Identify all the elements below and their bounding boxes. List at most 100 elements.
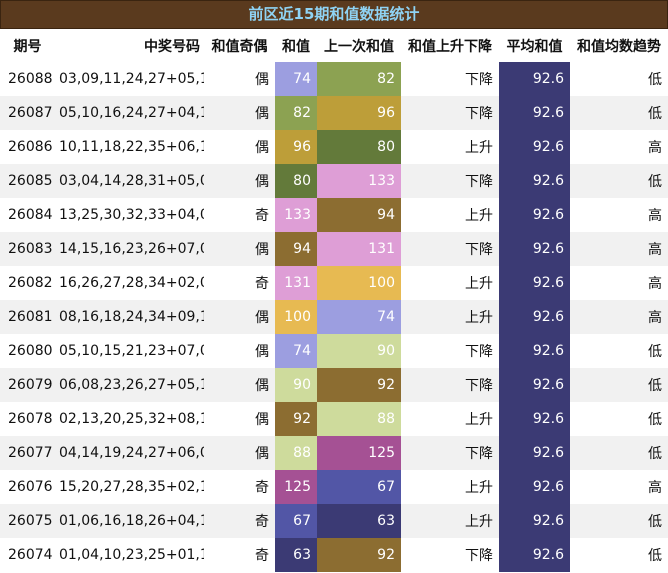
trend-cell: 高 [570,130,668,164]
prev-sum-cell: 80 [317,130,401,164]
sum-cell: 90 [275,368,317,402]
parity-cell: 奇 [204,504,275,538]
prev-sum-cell: 131 [317,232,401,266]
parity-cell: 偶 [204,300,275,334]
issue-cell: 26087 [0,96,55,130]
parity-cell: 偶 [204,368,275,402]
table-row: 26081 08,16,18,24,34+09,12 偶 100 74 上升 92.6 高 [0,300,668,334]
direction-cell: 上升 [401,266,499,300]
issue-cell: 26088 [0,62,55,96]
average-cell: 92.6 [499,538,570,572]
numbers-cell: 06,08,23,26,27+05,12 [55,368,204,402]
average-cell: 92.6 [499,402,570,436]
issue-cell: 26080 [0,334,55,368]
average-cell: 92.6 [499,96,570,130]
issue-cell: 26077 [0,436,55,470]
parity-cell: 偶 [204,436,275,470]
issue-cell: 26076 [0,470,55,504]
direction-cell: 下降 [401,538,499,572]
direction-cell: 下降 [401,232,499,266]
header-issue: 期号 [0,29,55,62]
header-prev-sum: 上一次和值 [317,29,401,62]
issue-cell: 26082 [0,266,55,300]
numbers-cell: 15,20,27,28,35+02,11 [55,470,204,504]
average-cell: 92.6 [499,232,570,266]
prev-sum-cell: 92 [317,368,401,402]
parity-cell: 奇 [204,266,275,300]
average-cell: 92.6 [499,130,570,164]
direction-cell: 下降 [401,334,499,368]
table-row: 26082 16,26,27,28,34+02,06 奇 131 100 上升 92.6 高 [0,266,668,300]
table-row: 26088 03,09,11,24,27+05,11 偶 74 82 下降 92.6 低 [0,62,668,96]
prev-sum-cell: 67 [317,470,401,504]
sum-cell: 63 [275,538,317,572]
issue-cell: 26079 [0,368,55,402]
issue-cell: 26084 [0,198,55,232]
trend-cell: 低 [570,164,668,198]
average-cell: 92.6 [499,62,570,96]
parity-cell: 偶 [204,232,275,266]
issue-cell: 26081 [0,300,55,334]
header-average: 平均和值 [499,29,570,62]
table-row: 26078 02,13,20,25,32+08,11 偶 92 88 上升 92.6 低 [0,402,668,436]
sum-cell: 88 [275,436,317,470]
parity-cell: 偶 [204,62,275,96]
table-row: 26086 10,11,18,22,35+06,12 偶 96 80 上升 92.6 高 [0,130,668,164]
prev-sum-cell: 63 [317,504,401,538]
table-row: 26075 01,06,16,18,26+04,10 奇 67 63 上升 92.6 低 [0,504,668,538]
header-parity: 和值奇偶 [204,29,275,62]
prev-sum-cell: 94 [317,198,401,232]
prev-sum-cell: 88 [317,402,401,436]
table-row: 26077 04,14,19,24,27+06,07 偶 88 125 下降 92.6 低 [0,436,668,470]
average-cell: 92.6 [499,164,570,198]
trend-cell: 低 [570,62,668,96]
direction-cell: 下降 [401,164,499,198]
direction-cell: 上升 [401,198,499,232]
parity-cell: 偶 [204,402,275,436]
average-cell: 92.6 [499,504,570,538]
header-direction: 和值上升下降 [401,29,499,62]
numbers-cell: 14,15,16,23,26+07,09 [55,232,204,266]
direction-cell: 上升 [401,470,499,504]
trend-cell: 低 [570,538,668,572]
issue-cell: 26086 [0,130,55,164]
trend-cell: 低 [570,504,668,538]
numbers-cell: 10,11,18,22,35+06,12 [55,130,204,164]
numbers-cell: 03,04,14,28,31+05,07 [55,164,204,198]
direction-cell: 上升 [401,300,499,334]
average-cell: 92.6 [499,436,570,470]
prev-sum-cell: 90 [317,334,401,368]
trend-cell: 低 [570,402,668,436]
parity-cell: 偶 [204,334,275,368]
direction-cell: 上升 [401,504,499,538]
average-cell: 92.6 [499,470,570,504]
parity-cell: 偶 [204,130,275,164]
numbers-cell: 04,14,19,24,27+06,07 [55,436,204,470]
numbers-cell: 02,13,20,25,32+08,11 [55,402,204,436]
prev-sum-cell: 74 [317,300,401,334]
table-row: 26085 03,04,14,28,31+05,07 偶 80 133 下降 92.6 低 [0,164,668,198]
header-trend: 和值均数趋势 [570,29,668,62]
issue-cell: 26075 [0,504,55,538]
parity-cell: 偶 [204,164,275,198]
table-body: 26088 03,09,11,24,27+05,11 偶 74 82 下降 92.6 低 260… [0,62,668,572]
sum-cell: 74 [275,62,317,96]
trend-cell: 低 [570,368,668,402]
table-row: 26079 06,08,23,26,27+05,12 偶 90 92 下降 92.6 低 [0,368,668,402]
sum-cell: 96 [275,130,317,164]
prev-sum-cell: 92 [317,538,401,572]
sum-cell: 80 [275,164,317,198]
sum-cell: 82 [275,96,317,130]
average-cell: 92.6 [499,334,570,368]
table-row: 26076 15,20,27,28,35+02,11 奇 125 67 上升 92.6 高 [0,470,668,504]
numbers-cell: 16,26,27,28,34+02,06 [55,266,204,300]
prev-sum-cell: 96 [317,96,401,130]
table-title: 前区近15期和值数据统计 [0,0,668,29]
parity-cell: 偶 [204,96,275,130]
trend-cell: 高 [570,232,668,266]
direction-cell: 下降 [401,96,499,130]
sum-cell: 92 [275,402,317,436]
parity-cell: 奇 [204,538,275,572]
table-row: 26084 13,25,30,32,33+04,05 奇 133 94 上升 92.6 高 [0,198,668,232]
header-row: 期号 中奖号码 和值奇偶 和值 上一次和值 和值上升下降 平均和值 和值均数趋势 [0,29,668,62]
